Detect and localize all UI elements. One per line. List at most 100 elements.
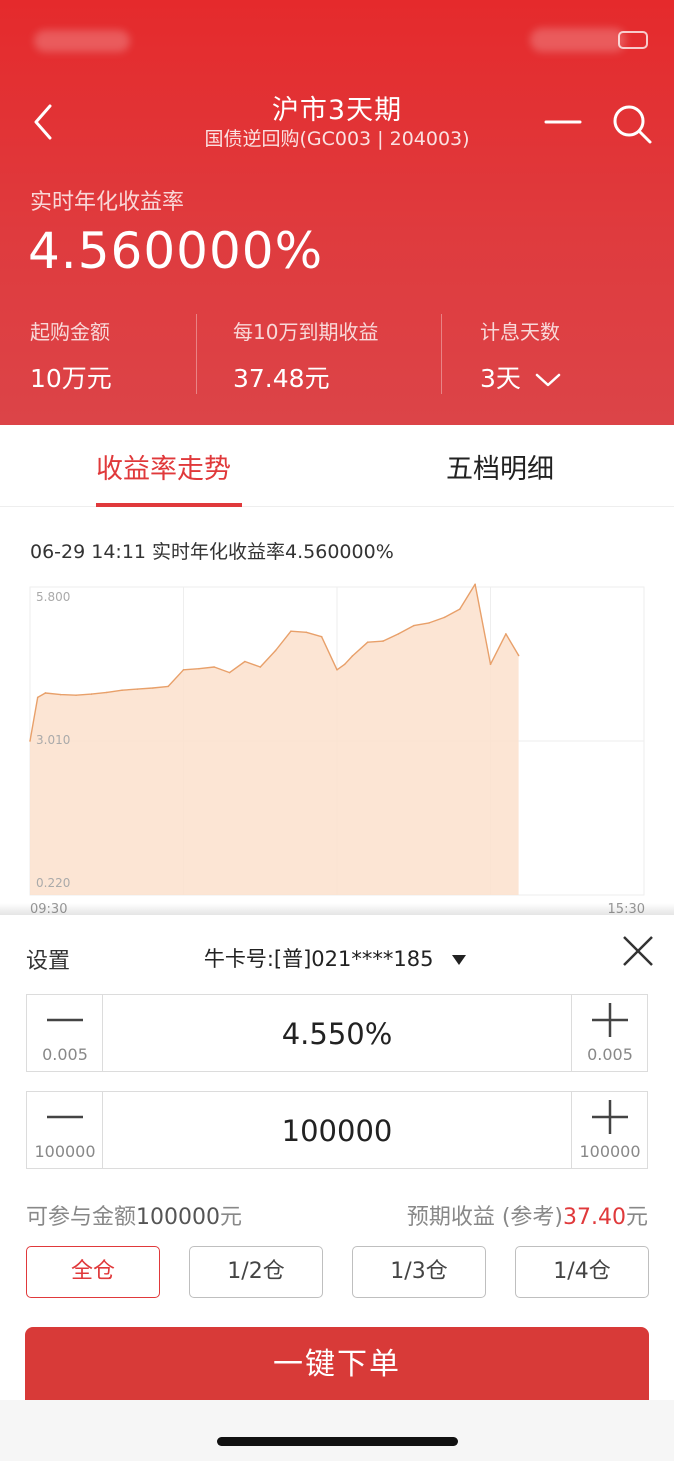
y-tick-label: 3.010 bbox=[36, 733, 70, 747]
tab-yield-trend[interactable]: 收益率走势 bbox=[96, 447, 231, 486]
chart-data-point bbox=[182, 668, 185, 671]
stat-label: 起购金额 bbox=[30, 320, 110, 344]
chart-data-point bbox=[517, 654, 520, 657]
chart-area bbox=[30, 584, 519, 895]
home-indicator bbox=[217, 1437, 458, 1446]
chart-data-point bbox=[336, 668, 338, 671]
hero-header: 沪市3天期 国债逆回购(GC003 | 204003) 实时年化收益率 4.56… bbox=[0, 0, 674, 425]
stat-value-row: 3天 bbox=[480, 359, 561, 395]
step-size-label: 0.005 bbox=[587, 1045, 633, 1064]
bottom-safe-area bbox=[0, 1400, 674, 1461]
tab-bar: 收益率走势 五档明细 bbox=[0, 425, 674, 507]
stat-value: 10万元 bbox=[30, 364, 112, 393]
chart-data-point bbox=[397, 633, 400, 635]
available-unit: 元 bbox=[220, 1205, 243, 1230]
chart-data-point bbox=[105, 691, 108, 694]
stat-interest-days[interactable]: 计息天数 3天 bbox=[480, 316, 561, 395]
minus-icon bbox=[47, 1018, 83, 1022]
dropdown-triangle-icon bbox=[452, 955, 467, 965]
chart-data-point bbox=[44, 692, 47, 694]
rate-stepper: 0.005 4.550% 0.005 bbox=[26, 994, 648, 1072]
stat-value: 37.48元 bbox=[233, 364, 330, 393]
chart-data-point bbox=[351, 655, 354, 657]
chart-data-point bbox=[36, 696, 39, 699]
position-quarter-button[interactable]: 1/4仓 bbox=[515, 1246, 649, 1298]
account-label: 牛卡号:[普]021****185 bbox=[203, 947, 434, 971]
step-size-label: 0.005 bbox=[42, 1045, 88, 1064]
stat-label: 每10万到期收益 bbox=[233, 320, 379, 344]
chart-data-point bbox=[121, 689, 123, 692]
chart-data-point bbox=[320, 635, 323, 638]
chevron-down-icon bbox=[535, 373, 561, 387]
stat-value: 3天 bbox=[480, 364, 521, 393]
yield-chart: 5.8003.0100.22009:3015:30 bbox=[29, 583, 645, 915]
stat-return-per-100k: 每10万到期收益 37.48元 bbox=[233, 316, 378, 395]
search-icon bbox=[613, 105, 652, 144]
divider bbox=[441, 314, 442, 394]
y-tick-label: 0.220 bbox=[36, 876, 70, 890]
chart-data-point bbox=[274, 649, 277, 652]
position-full-button[interactable]: 全仓 bbox=[26, 1246, 160, 1298]
chart-data-point bbox=[412, 624, 415, 627]
position-half-button[interactable]: 1/2仓 bbox=[189, 1246, 323, 1298]
battery-icon bbox=[618, 31, 648, 49]
rate-increase-button[interactable]: 0.005 bbox=[571, 995, 647, 1071]
close-button[interactable] bbox=[618, 931, 658, 971]
tab-order-book[interactable]: 五档明细 bbox=[446, 447, 554, 486]
chart-data-point bbox=[152, 687, 154, 689]
minus-icon bbox=[47, 1115, 83, 1119]
position-third-button[interactable]: 1/3仓 bbox=[352, 1246, 486, 1298]
amount-decrease-button[interactable]: 100000 bbox=[27, 1092, 103, 1168]
chart-data-point bbox=[228, 671, 231, 674]
chart-data-point bbox=[382, 640, 384, 642]
rate-label: 实时年化收益率 bbox=[30, 190, 185, 215]
chart-data-point bbox=[505, 633, 507, 635]
plus-icon bbox=[592, 1003, 628, 1037]
amount-increase-button[interactable]: 100000 bbox=[571, 1092, 647, 1168]
available-amount: 可参与金额100000元 bbox=[26, 1199, 242, 1231]
chart-data-point bbox=[259, 666, 262, 668]
status-bar-left bbox=[34, 30, 130, 52]
stat-label: 计息天数 bbox=[480, 320, 560, 344]
chart-data-point bbox=[489, 663, 492, 666]
rate-input[interactable]: 4.550% bbox=[103, 1017, 571, 1051]
expected-unit: 元 bbox=[625, 1205, 648, 1230]
amount-stepper: 100000 100000 100000 bbox=[26, 1091, 648, 1169]
chart-data-point bbox=[343, 663, 346, 666]
order-sheet: 设置 牛卡号:[普]021****185 0.005 4.550% 0.005 bbox=[0, 915, 674, 1405]
chart-data-point bbox=[474, 583, 476, 586]
chart-data-point bbox=[244, 660, 246, 663]
plus-icon bbox=[592, 1100, 628, 1134]
chart-data-point bbox=[443, 616, 446, 619]
search-button[interactable] bbox=[606, 98, 656, 148]
status-bar-right bbox=[530, 28, 626, 52]
step-size-label: 100000 bbox=[579, 1142, 641, 1161]
chart-data-point bbox=[167, 685, 169, 688]
chart-data-point bbox=[290, 630, 292, 632]
submit-order-button[interactable]: 一键下单 bbox=[25, 1327, 649, 1403]
close-icon bbox=[623, 936, 653, 966]
available-value: 100000 bbox=[136, 1205, 220, 1230]
chart-data-point bbox=[459, 608, 461, 610]
stat-min-amount: 起购金额 10万元 bbox=[30, 316, 112, 395]
chart-data-point bbox=[213, 666, 215, 668]
y-tick-label: 5.800 bbox=[36, 590, 70, 604]
chart-data-point bbox=[59, 693, 62, 696]
divider bbox=[196, 314, 197, 394]
chart-panel: 06-29 14:11 实时年化收益率4.560000% 5.800 3.010 0… bbox=[0, 507, 674, 915]
expected-return: 预期收益 (参考)37.40元 bbox=[407, 1199, 648, 1231]
chart-data-point bbox=[305, 631, 308, 634]
menu-button[interactable] bbox=[542, 104, 586, 140]
chart-data-point bbox=[366, 641, 369, 643]
rate-value: 4.560000% bbox=[28, 222, 324, 280]
chart-data-point bbox=[136, 688, 139, 690]
chart-data-point bbox=[29, 740, 31, 742]
account-selector[interactable]: 牛卡号:[普]021****185 bbox=[0, 943, 674, 973]
available-label: 可参与金额 bbox=[26, 1205, 137, 1230]
expected-value: 37.40 bbox=[563, 1205, 626, 1230]
amount-input[interactable]: 100000 bbox=[103, 1114, 571, 1148]
chart-data-point bbox=[90, 693, 93, 695]
rate-decrease-button[interactable]: 0.005 bbox=[27, 995, 103, 1071]
chart-data-point bbox=[428, 622, 430, 624]
step-size-label: 100000 bbox=[34, 1142, 96, 1161]
